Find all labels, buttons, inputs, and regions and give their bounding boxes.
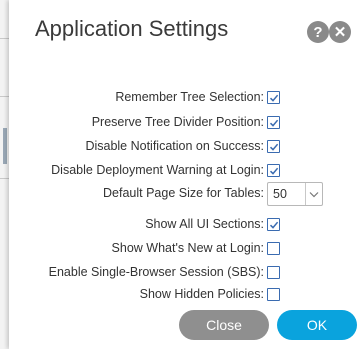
ok-button[interactable]: OK — [277, 310, 357, 340]
checkbox-show-whats-new[interactable] — [267, 242, 280, 255]
page-size-select[interactable]: 50 — [267, 182, 323, 206]
checkmark-icon — [269, 167, 278, 175]
background-divider — [0, 38, 9, 39]
checkbox-disable-notification[interactable] — [267, 140, 280, 153]
setting-label: Disable Deployment Warning at Login: — [51, 163, 264, 177]
background-tab-marker — [3, 128, 7, 164]
setting-row-default-page-size: Default Page Size for Tables: — [9, 184, 264, 202]
setting-row-show-whats-new: Show What's New at Login: — [9, 239, 264, 257]
checkbox-show-all-ui-sections[interactable] — [267, 218, 280, 231]
background-divider — [0, 178, 9, 179]
setting-label: Disable Notification on Success: — [85, 139, 264, 153]
setting-label: Remember Tree Selection: — [115, 90, 264, 104]
page-size-value: 50 — [273, 187, 287, 201]
checkmark-icon — [269, 119, 278, 127]
setting-row-disable-notification: Disable Notification on Success: — [9, 137, 264, 155]
setting-label: Default Page Size for Tables: — [103, 186, 264, 200]
setting-row-single-browser-session: Enable Single-Browser Session (SBS): — [9, 263, 264, 281]
setting-row-remember-tree-selection: Remember Tree Selection: — [9, 88, 264, 106]
setting-row-show-hidden-policies: Show Hidden Policies: — [9, 285, 264, 303]
checkbox-preserve-tree-divider[interactable] — [267, 116, 280, 129]
setting-row-disable-deployment-warning: Disable Deployment Warning at Login: — [9, 161, 264, 179]
checkmark-icon — [269, 143, 278, 151]
checkmark-icon — [269, 221, 278, 229]
setting-label: Preserve Tree Divider Position: — [91, 115, 264, 129]
chevron-down-icon[interactable] — [306, 191, 322, 198]
application-settings-dialog: Application Settings ? ✕ Remember Tree S… — [9, 0, 361, 349]
setting-row-preserve-tree-divider: Preserve Tree Divider Position: — [9, 113, 264, 131]
close-icon[interactable]: ✕ — [329, 21, 351, 43]
close-button[interactable]: Close — [179, 310, 269, 340]
checkbox-remember-tree-selection[interactable] — [267, 91, 280, 104]
checkbox-disable-deployment-warning[interactable] — [267, 164, 280, 177]
dialog-title: Application Settings — [35, 16, 229, 41]
help-icon[interactable]: ? — [307, 21, 329, 43]
background-divider — [0, 96, 9, 97]
setting-label: Show What's New at Login: — [111, 241, 264, 255]
setting-label: Enable Single-Browser Session (SBS): — [48, 265, 264, 279]
checkbox-single-browser-session[interactable] — [267, 266, 280, 279]
checkmark-icon — [269, 94, 278, 102]
setting-label: Show Hidden Policies: — [139, 287, 264, 301]
setting-row-show-all-ui-sections: Show All UI Sections: — [9, 215, 264, 233]
checkbox-show-hidden-policies[interactable] — [267, 288, 280, 301]
setting-label: Show All UI Sections: — [145, 217, 264, 231]
